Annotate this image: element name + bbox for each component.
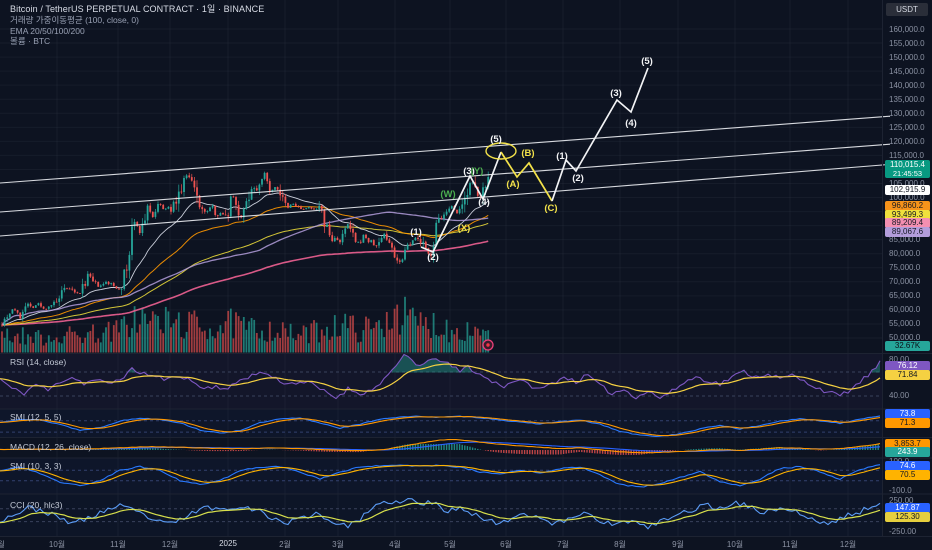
- time-tick: 6월: [500, 540, 512, 549]
- price-tick: 155,000.0: [889, 38, 925, 48]
- time-tick: 10월: [726, 540, 744, 549]
- wave-label: (3): [610, 88, 622, 99]
- time-tick: 3월: [332, 540, 344, 549]
- time-tick: 10월: [48, 540, 66, 549]
- cci-pane-legend[interactable]: CCI (20, hlc3): [10, 500, 62, 510]
- wave-label: (1): [556, 151, 568, 162]
- time-tick: 7월: [557, 540, 569, 549]
- indicator-tick: -250.00: [889, 526, 917, 536]
- time-tick: 11월: [782, 540, 798, 549]
- time-tick: 월: [0, 540, 5, 549]
- elliott-wave-drawing[interactable]: (1)(2)(3)(4)(5)(1)(2)(3)(4)(5)(A)(B)(C)(…: [410, 56, 653, 263]
- price-tick: 130,000.0: [889, 108, 925, 118]
- currency-unit-button[interactable]: USDT: [886, 3, 928, 16]
- time-tick: 11월: [110, 540, 126, 549]
- wave-label: (2): [572, 173, 584, 184]
- time-axis[interactable]: 월 10월 11월 12월 2025 2월 3월 4월 5월 6월 7월 8월 9월 10월 11월 12월: [0, 536, 932, 550]
- time-tick: 12월: [839, 540, 857, 549]
- price-tick: 145,000.0: [889, 66, 925, 76]
- wave-label: (W): [440, 189, 455, 200]
- time-tick: 12월: [161, 540, 179, 549]
- smi1-value-tag: 71.3: [885, 418, 930, 428]
- wave-label: (4): [625, 118, 637, 129]
- time-tick: 5월: [444, 540, 456, 549]
- price-tick: 160,000.0: [889, 24, 925, 34]
- macd-value-tag: 243.9: [885, 447, 930, 457]
- wave-label: (B): [521, 148, 534, 159]
- price-tick: 60,000.0: [889, 305, 921, 315]
- wave-label: (5): [490, 134, 502, 145]
- wave-label: (X): [458, 223, 471, 234]
- ema20-price-tag: 102,915.9: [885, 185, 930, 195]
- macd-plot: [0, 439, 881, 455]
- smi2-value-tag: 70.5: [885, 470, 930, 480]
- price-tick: 150,000.0: [889, 52, 925, 62]
- wave-label: (5): [641, 56, 653, 67]
- price-tick: 55,000.0: [889, 319, 921, 329]
- rsi-value-tag: 71.84: [885, 370, 930, 380]
- price-axis[interactable]: 160,000.0 155,000.0 150,000.0 145,000.0 140,…: [882, 0, 932, 536]
- current-price-tag: 110,015.4 21:45:53: [885, 160, 930, 178]
- macd-pane-legend[interactable]: MACD (12, 26, close): [10, 442, 91, 452]
- wave-label: (A): [506, 179, 519, 190]
- chart-canvas[interactable]: (1)(2)(3)(4)(5)(1)(2)(3)(4)(5)(A)(B)(C)(…: [0, 0, 932, 550]
- cci-value-tag: 125.30: [885, 512, 930, 522]
- price-tick: 115,000.0: [889, 150, 924, 160]
- smi1-pane-legend[interactable]: SMI (12, 5, 5): [10, 412, 62, 422]
- legend-vwma[interactable]: 거래량 가중이동평균 (100, close, 0): [10, 15, 264, 26]
- wave-label: (1): [410, 227, 422, 238]
- price-tick: 140,000.0: [889, 80, 925, 90]
- indicator-tick: -100.0: [889, 485, 912, 495]
- time-tick: 2025: [219, 539, 237, 548]
- time-tick: 4월: [389, 540, 401, 549]
- price-tick: 125,000.0: [889, 122, 925, 132]
- time-tick: 9월: [672, 540, 684, 549]
- symbol-legend: Bitcoin / TetherUS PERPETUAL CONTRACT · …: [10, 4, 264, 47]
- indicator-tick: 40.00: [889, 390, 910, 400]
- legend-ema[interactable]: EMA 20/50/100/200: [10, 26, 264, 37]
- price-tick: 80,000.0: [889, 249, 921, 259]
- smi2-pane-legend[interactable]: SMI (10, 3, 3): [10, 461, 62, 471]
- moving-average-lines: [1, 192, 489, 326]
- wave-label: (C): [544, 203, 557, 214]
- candlesticks: [1, 171, 490, 328]
- trading-chart-app: (1) (2) (3) (4) (5) (1) (2) (3) (4) (5) (A) (B) (C)(…: [0, 0, 932, 550]
- price-tick: 70,000.0: [889, 277, 921, 287]
- volume-value-tag: 32.67K: [885, 341, 930, 351]
- vwma-price-tag: 89,067.6: [885, 227, 930, 237]
- trend-channel-lines[interactable]: [0, 115, 891, 237]
- price-tick: 120,000.0: [889, 136, 925, 146]
- wave-label: (2): [427, 252, 439, 263]
- wave-label: (Y): [471, 166, 484, 177]
- event-marker-icon[interactable]: [482, 339, 494, 351]
- price-tick: 135,000.0: [889, 94, 925, 104]
- wave-label: (4): [478, 197, 490, 208]
- legend-volume[interactable]: 볼륨 · BTC: [10, 36, 264, 47]
- symbol-title[interactable]: Bitcoin / TetherUS PERPETUAL CONTRACT · …: [10, 4, 264, 15]
- time-tick: 2월: [279, 540, 291, 549]
- price-tick: 65,000.0: [889, 291, 921, 301]
- grid-lines: [0, 0, 882, 536]
- time-tick: 8월: [614, 540, 626, 549]
- rsi-pane-legend[interactable]: RSI (14, close): [10, 357, 66, 367]
- price-tick: 75,000.0: [889, 263, 921, 273]
